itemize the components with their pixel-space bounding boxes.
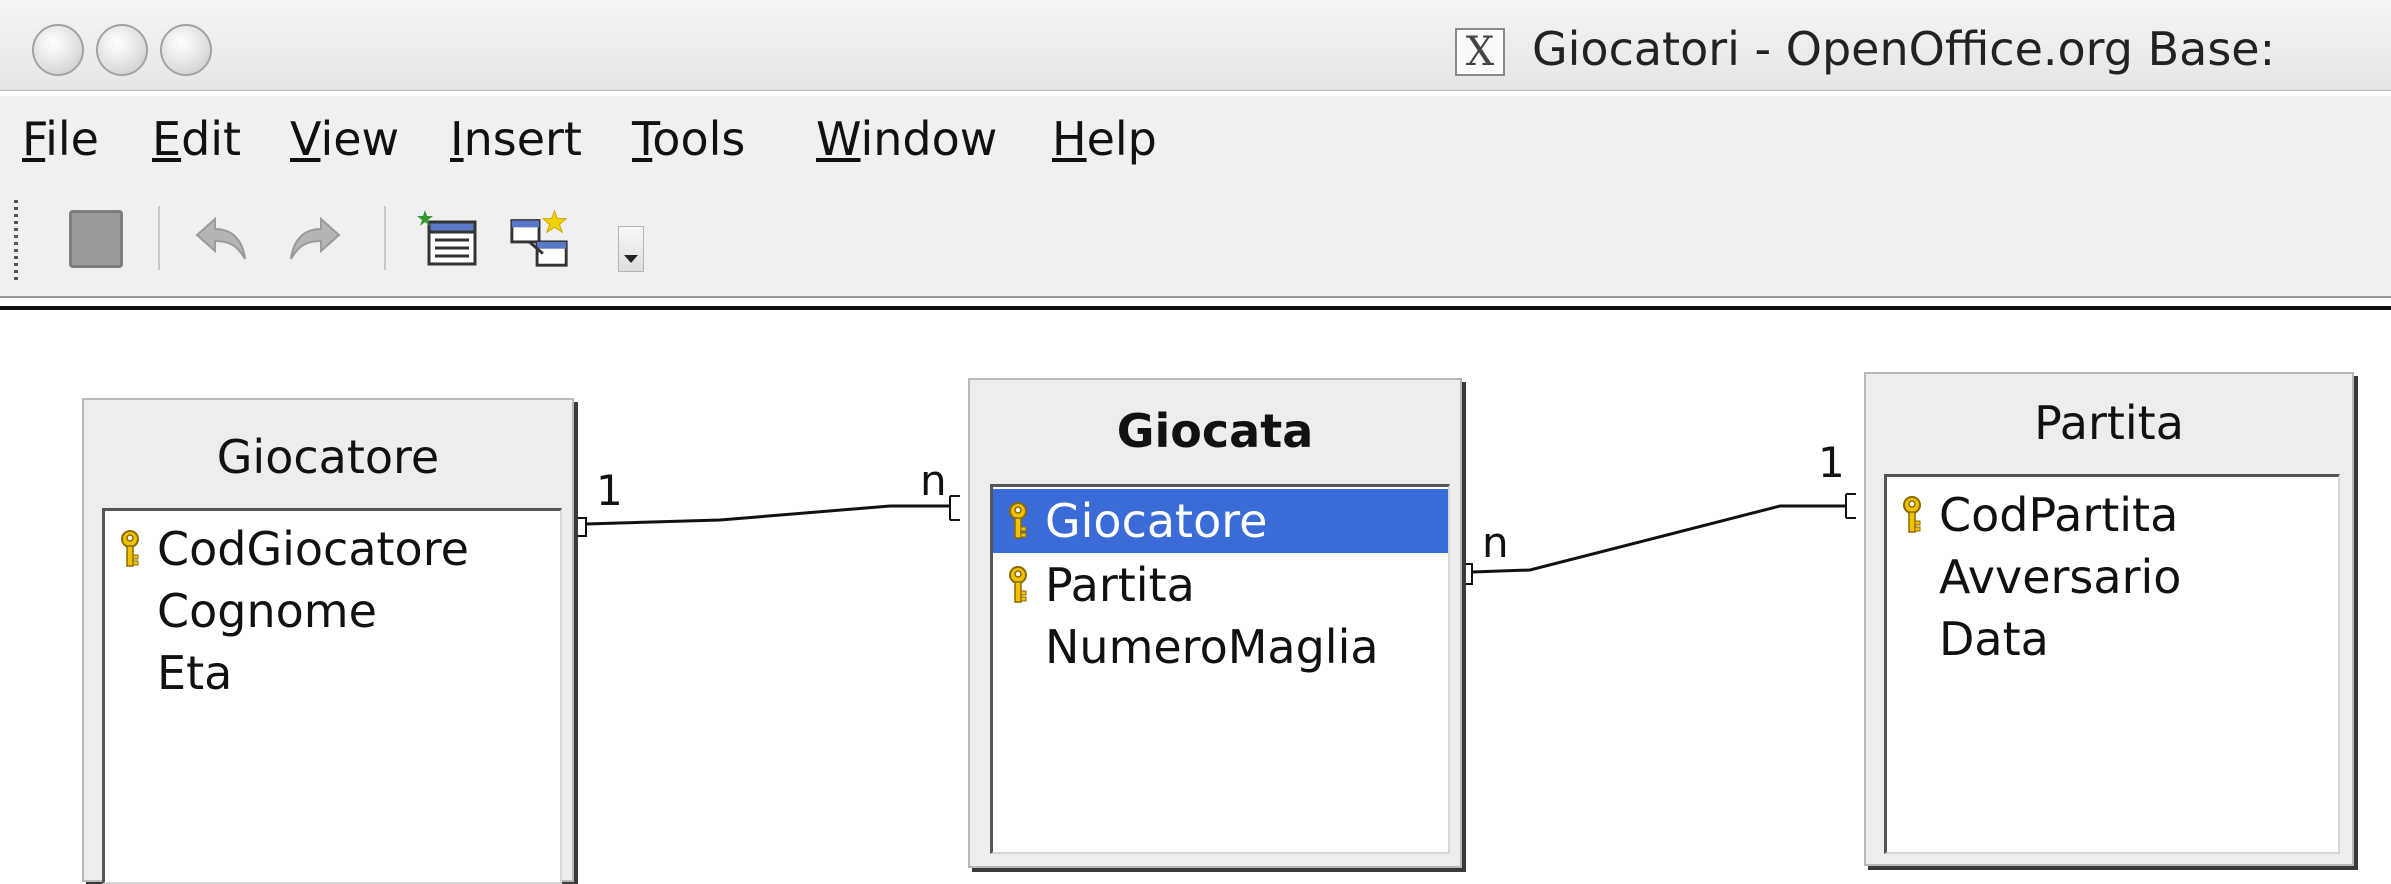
field-row-selected[interactable]: Giocatore bbox=[993, 489, 1448, 553]
menu-help-label: elp bbox=[1086, 112, 1157, 166]
field-name: Data bbox=[1939, 612, 2049, 666]
primary-key-icon bbox=[993, 565, 1043, 605]
relation-1-left-cardinality: 1 bbox=[596, 466, 623, 515]
menu-window[interactable]: Window bbox=[816, 112, 997, 166]
relation-design-area[interactable]: 1 n n 1 Giocatore CodGiocatore Cognome E… bbox=[0, 306, 2391, 884]
menu-bar: File Edit View Insert Tools Window Help bbox=[0, 96, 2391, 186]
menu-view-mnemonic: V bbox=[290, 112, 321, 166]
table-window-giocatore[interactable]: Giocatore CodGiocatore Cognome Eta bbox=[82, 398, 574, 884]
field-name: NumeroMaglia bbox=[1045, 620, 1379, 674]
field-list[interactable]: CodPartita Avversario Data bbox=[1884, 474, 2340, 854]
relation-2-left-cardinality: n bbox=[1482, 518, 1509, 567]
toolbar bbox=[0, 186, 2391, 298]
menu-window-label: indow bbox=[860, 112, 998, 166]
field-name: Avversario bbox=[1939, 550, 2182, 604]
menu-view-label: iew bbox=[320, 112, 400, 166]
menu-edit[interactable]: Edit bbox=[152, 112, 241, 166]
window-title: Giocatori - OpenOffice.org Base: bbox=[1532, 22, 2276, 76]
menu-edit-label: dit bbox=[181, 112, 242, 166]
x-window-icon: X bbox=[1455, 28, 1505, 76]
field-row[interactable]: Avversario bbox=[1887, 545, 2338, 609]
menu-insert-label: nsert bbox=[463, 112, 582, 166]
toolbar-overflow-icon[interactable] bbox=[618, 226, 644, 272]
field-list[interactable]: Giocatore Partita NumeroMaglia bbox=[990, 484, 1450, 854]
zoom-window-button[interactable] bbox=[160, 24, 212, 76]
table-window-partita[interactable]: Partita CodPartita Avversario Data bbox=[1864, 372, 2354, 866]
field-name: CodGiocatore bbox=[157, 522, 469, 576]
field-name: CodPartita bbox=[1939, 488, 2179, 542]
save-icon bbox=[69, 210, 123, 268]
table-window-giocata[interactable]: Giocata Giocatore Partita NumeroMaglia bbox=[968, 378, 1462, 868]
undo-icon bbox=[195, 216, 246, 260]
menu-tools[interactable]: Tools bbox=[632, 112, 745, 166]
menu-view[interactable]: View bbox=[290, 112, 399, 166]
new-relation-button[interactable] bbox=[508, 204, 572, 274]
table-title: Partita bbox=[2034, 396, 2184, 450]
menu-tools-label: ools bbox=[652, 112, 746, 166]
toolbar-separator bbox=[384, 206, 386, 270]
new-relation-icon bbox=[510, 209, 568, 267]
redo-button[interactable] bbox=[282, 204, 346, 274]
menu-file-mnemonic: F bbox=[22, 112, 46, 166]
field-row[interactable]: Partita bbox=[993, 553, 1448, 617]
field-name: Partita bbox=[1045, 558, 1195, 612]
menu-window-mnemonic: W bbox=[816, 112, 861, 166]
primary-key-icon bbox=[993, 501, 1043, 541]
table-title: Giocatore bbox=[216, 430, 440, 484]
relation-2-right-cardinality: 1 bbox=[1818, 438, 1845, 487]
primary-key-icon bbox=[105, 529, 155, 569]
menu-help-mnemonic: H bbox=[1052, 112, 1087, 166]
minimize-window-button[interactable] bbox=[96, 24, 148, 76]
window-titlebar: X Giocatori - OpenOffice.org Base: bbox=[0, 0, 2391, 91]
undo-button[interactable] bbox=[190, 204, 254, 274]
field-row[interactable]: Cognome bbox=[105, 579, 560, 643]
field-row[interactable]: CodPartita bbox=[1887, 483, 2338, 547]
table-title: Giocata bbox=[1116, 404, 1314, 458]
field-row[interactable]: CodGiocatore bbox=[105, 517, 560, 581]
menu-help[interactable]: Help bbox=[1052, 112, 1157, 166]
menu-insert[interactable]: Insert bbox=[450, 112, 582, 166]
toolbar-grip-handle[interactable] bbox=[14, 200, 18, 282]
menu-insert-mnemonic: I bbox=[450, 112, 464, 166]
menu-edit-mnemonic: E bbox=[152, 112, 182, 166]
menu-file[interactable]: File bbox=[22, 112, 99, 166]
redo-icon bbox=[290, 216, 341, 260]
toolbar-separator bbox=[158, 206, 160, 270]
field-name: Giocatore bbox=[1045, 494, 1268, 548]
menu-tools-mnemonic: T bbox=[632, 112, 653, 166]
add-table-icon bbox=[417, 210, 477, 266]
close-window-button[interactable] bbox=[32, 24, 84, 76]
relation-1-right-cardinality: n bbox=[920, 456, 947, 505]
menu-file-label: ile bbox=[45, 112, 99, 166]
field-name: Eta bbox=[157, 646, 233, 700]
field-row[interactable]: NumeroMaglia bbox=[993, 615, 1448, 679]
relation-line-giocatore-giocata[interactable] bbox=[575, 495, 960, 537]
field-list[interactable]: CodGiocatore Cognome Eta bbox=[102, 508, 562, 884]
field-name: Cognome bbox=[157, 584, 377, 638]
field-row[interactable]: Data bbox=[1887, 607, 2338, 671]
save-button[interactable] bbox=[64, 204, 128, 274]
primary-key-icon bbox=[1887, 495, 1937, 535]
field-row[interactable]: Eta bbox=[105, 641, 560, 705]
relation-line-giocata-partita[interactable] bbox=[1461, 493, 1856, 585]
add-table-button[interactable] bbox=[416, 204, 480, 274]
